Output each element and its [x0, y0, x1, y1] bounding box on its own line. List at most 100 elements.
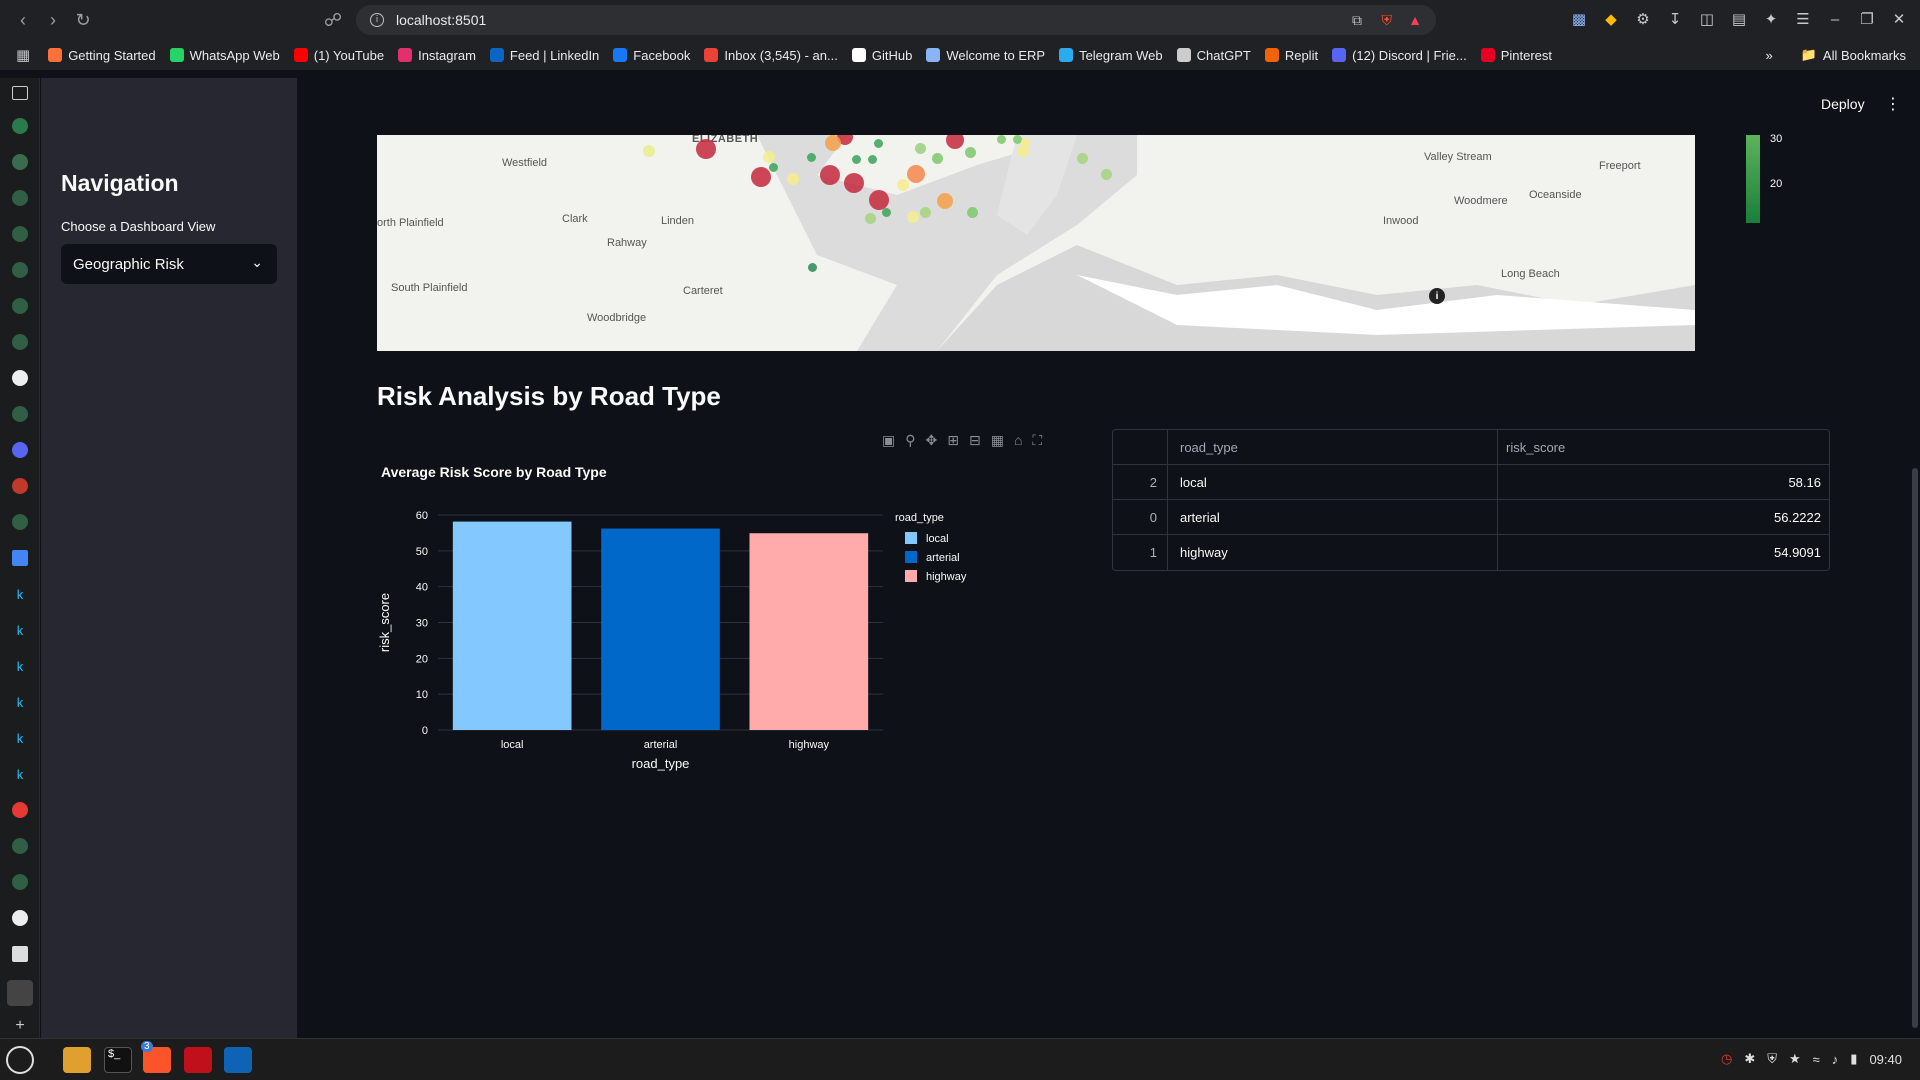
kaggle-icon[interactable]: k	[12, 658, 28, 674]
risk-table[interactable]: road_type risk_score 2 local 58.16 0 art…	[1112, 429, 1830, 571]
map-point[interactable]	[920, 207, 931, 218]
docs-icon[interactable]	[12, 550, 28, 566]
bar[interactable]	[749, 533, 869, 730]
map-point[interactable]	[897, 179, 909, 191]
map-point[interactable]	[915, 143, 926, 154]
tab-icon[interactable]	[12, 802, 28, 818]
map-point[interactable]	[825, 135, 841, 151]
page-scrollbar[interactable]	[1912, 468, 1918, 1028]
map-attribution-info-icon[interactable]: i	[1429, 288, 1445, 304]
shield-icon[interactable]: ⛨	[1767, 1051, 1777, 1067]
map-point[interactable]	[763, 151, 775, 163]
brave-shield-icon[interactable]: ⛨	[1382, 12, 1393, 29]
bookmark-item[interactable]: Pinterest	[1480, 48, 1552, 63]
tab-icon[interactable]	[12, 154, 28, 170]
map-point[interactable]	[1077, 153, 1088, 164]
map-point[interactable]	[932, 153, 943, 164]
tab-icon[interactable]	[12, 118, 28, 134]
start-menu-icon[interactable]	[6, 1046, 34, 1074]
column-header[interactable]: risk_score	[1498, 430, 1829, 464]
main-menu-icon[interactable]: ⋮	[1885, 94, 1901, 114]
map-point[interactable]	[844, 173, 864, 193]
bluetooth-icon[interactable]: ✱	[1744, 1051, 1755, 1067]
sidebar-toggle-icon[interactable]: ◫	[1696, 8, 1718, 30]
map-point[interactable]	[937, 193, 953, 209]
bar[interactable]	[452, 521, 572, 730]
map-point[interactable]	[965, 147, 976, 158]
legend-swatch[interactable]	[905, 570, 917, 582]
kaggle-icon[interactable]: k	[12, 694, 28, 710]
terminal-icon[interactable]: $_	[104, 1047, 132, 1073]
bookmark-item[interactable]: Telegram Web	[1059, 48, 1163, 63]
vscode-icon[interactable]	[224, 1047, 252, 1073]
bookmark-item[interactable]: Replit	[1264, 48, 1318, 63]
map-point[interactable]	[807, 153, 816, 162]
tab-icon[interactable]	[12, 442, 28, 458]
back-icon[interactable]: ‹	[8, 5, 38, 35]
table-cell[interactable]: 54.9091	[1498, 535, 1829, 570]
legend-swatch[interactable]	[905, 551, 917, 563]
map-point[interactable]	[1021, 138, 1030, 147]
bookmark-item[interactable]: Facebook	[613, 48, 690, 63]
minimize-icon[interactable]: –	[1824, 8, 1846, 30]
table-cell[interactable]: local	[1168, 465, 1498, 499]
map-point[interactable]	[907, 165, 925, 183]
bookmark-item[interactable]: Feed | LinkedIn	[489, 48, 599, 63]
add-tab-icon[interactable]: +	[12, 1017, 28, 1034]
bookmark-item[interactable]: Inbox (3,545) - an...	[704, 48, 838, 63]
sidebar-panel-icon[interactable]	[12, 86, 28, 100]
map-point[interactable]	[868, 155, 877, 164]
map-point[interactable]	[967, 207, 978, 218]
map-point[interactable]	[1101, 169, 1112, 180]
legend-label[interactable]: local	[926, 533, 949, 545]
kaggle-icon[interactable]: k	[12, 622, 28, 638]
volume-icon[interactable]: ♪	[1832, 1052, 1839, 1067]
table-cell[interactable]: 56.2222	[1498, 500, 1829, 534]
map-point[interactable]	[820, 165, 840, 185]
map-point[interactable]	[643, 145, 655, 157]
tab-icon[interactable]	[12, 262, 28, 278]
bookmark-item[interactable]: GitHub	[851, 48, 912, 63]
table-cell[interactable]: 58.16	[1498, 465, 1829, 499]
wifi-icon[interactable]: ≈	[1813, 1052, 1820, 1067]
brave-browser-icon[interactable]: 3	[141, 1041, 171, 1073]
active-tab-icon[interactable]	[7, 980, 33, 1006]
brave-rewards-icon[interactable]: ▲	[1408, 12, 1422, 28]
file-manager-icon[interactable]	[63, 1047, 91, 1073]
forward-icon[interactable]: ›	[38, 5, 68, 35]
site-info-icon[interactable]: i	[370, 13, 384, 27]
bookmark-item[interactable]: (1) YouTube	[293, 48, 384, 63]
address-bar[interactable]: i localhost:8501 ⧉ ⛨ ▲	[356, 5, 1436, 35]
apps-icon[interactable]: ▦	[16, 46, 30, 64]
tab-icon[interactable]	[12, 334, 28, 350]
tab-icon[interactable]	[12, 874, 28, 890]
github-icon[interactable]	[12, 910, 28, 926]
table-cell[interactable]: highway	[1168, 535, 1498, 570]
bookmark-item[interactable]: (12) Discord | Frie...	[1332, 48, 1467, 63]
github-icon[interactable]	[12, 370, 28, 386]
map-point[interactable]	[869, 190, 889, 210]
kaggle-icon[interactable]: k	[12, 766, 28, 782]
tab-icon[interactable]	[12, 406, 28, 422]
tab-icon[interactable]	[12, 478, 28, 494]
wallet-icon[interactable]: ▤	[1728, 8, 1750, 30]
tab-icon[interactable]	[12, 838, 28, 854]
legend-label[interactable]: arterial	[926, 552, 960, 564]
tab-icon[interactable]	[12, 514, 28, 530]
bookmark-item[interactable]: Welcome to ERP	[926, 48, 1045, 63]
tab-icon[interactable]	[12, 946, 28, 962]
share-icon[interactable]: ⧉	[1352, 12, 1362, 29]
bar[interactable]	[601, 528, 720, 730]
map-point[interactable]	[808, 263, 817, 272]
tab-icon[interactable]	[12, 226, 28, 242]
reload-icon[interactable]: ↻	[68, 5, 98, 35]
map-point[interactable]	[907, 211, 919, 223]
map-point[interactable]	[787, 173, 799, 185]
legend-swatch[interactable]	[905, 532, 917, 544]
table-cell[interactable]: arterial	[1168, 500, 1498, 534]
bookmark-item[interactable]: WhatsApp Web	[169, 48, 280, 63]
map-point[interactable]	[769, 163, 778, 172]
bookmark-item[interactable]: ChatGPT	[1176, 48, 1251, 63]
map-point[interactable]	[997, 135, 1006, 144]
menu-icon[interactable]: ☰	[1792, 8, 1814, 30]
